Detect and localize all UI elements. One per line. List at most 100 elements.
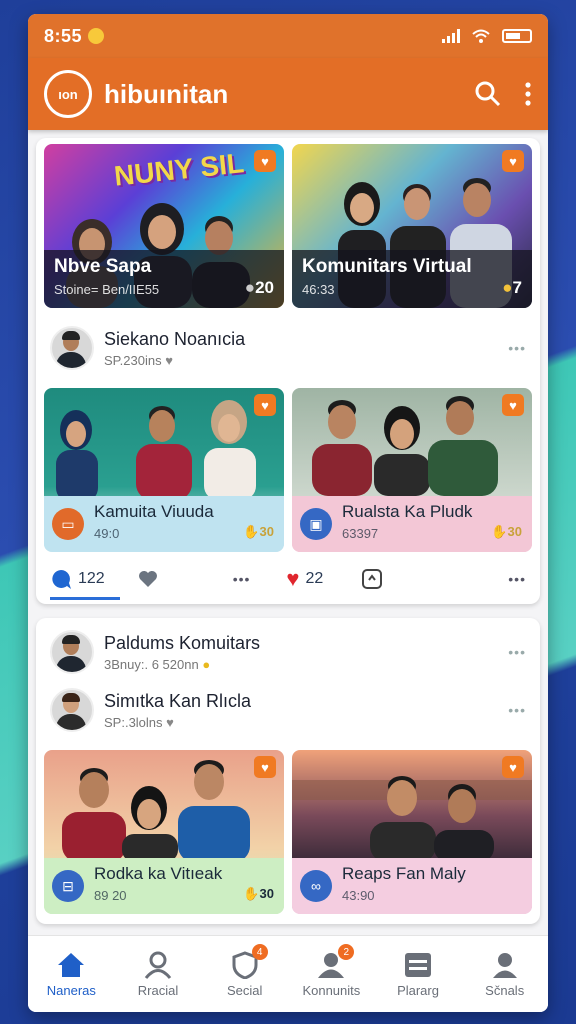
community-tile[interactable]: ♥ Komunitars Virtual 46:33 ●7: [292, 144, 532, 308]
community-tile[interactable]: ♥ ▭ Kamuita Viuuda 49:0 ✋30: [44, 388, 284, 552]
post-author[interactable]: Siekano Noanıcia SP.230ins ♥ •••: [36, 314, 540, 382]
search-icon: [475, 81, 501, 107]
react-icon: [138, 571, 157, 587]
heart-icon[interactable]: ♥: [502, 394, 524, 416]
comment-count: 122: [78, 570, 105, 587]
more-vertical-icon: [525, 82, 531, 106]
tile-info: Komunitars Virtual 46:33 ●7: [292, 250, 532, 308]
more-options-icon[interactable]: •••: [508, 644, 526, 660]
comment-button[interactable]: 122: [50, 568, 120, 600]
tile-info: ∞ Reaps Fan Maly 43:90: [292, 858, 532, 914]
overflow-menu-button[interactable]: [524, 82, 532, 106]
avatar[interactable]: [50, 326, 94, 370]
link-icon: ∞: [300, 870, 332, 902]
author-name: Paldums Komuitars: [104, 632, 261, 653]
card-icon: ▭: [52, 508, 84, 540]
nav-label: Naneras: [46, 982, 96, 998]
avatar[interactable]: [50, 688, 94, 732]
active-tab-indicator: [50, 597, 120, 600]
like-count: 22: [305, 570, 324, 587]
coin-icon: ●: [502, 278, 513, 297]
feed-card: Paldums Komuitars 3Bnuy:. 6 520nn ● ••• …: [36, 618, 540, 924]
phone-screen: 8:55 ıon hibuınitan NUNY SIL ♥ Nbve Sapa…: [28, 14, 548, 1012]
feed: NUNY SIL ♥ Nbve Sapa Stoine= Ben/IIE55 ●…: [28, 130, 548, 924]
more-options-icon[interactable]: •••: [508, 571, 526, 587]
heart-count-icon: ●: [244, 278, 256, 297]
tile-subtitle: 46:33: [302, 282, 335, 297]
more-options-icon[interactable]: •••: [233, 571, 251, 587]
author-meta: SP.230ins ♥: [104, 352, 173, 368]
nav-konnunits[interactable]: 2 Konnunits: [288, 936, 375, 1012]
community-tile[interactable]: ♥ ⊟ Rodka ka Vitıeak 89 20 ✋30: [44, 750, 284, 914]
post-author[interactable]: Simıtka Kan Rlıcla SP:.3lolns ♥ •••: [36, 686, 540, 744]
tile-subtitle: Stoine= Ben/IIE55: [54, 282, 160, 297]
notification-badge: 4: [251, 944, 268, 960]
tile-info: ▭ Kamuita Viuuda 49:0 ✋30: [44, 496, 284, 552]
nav-label: Sčnals: [485, 982, 525, 998]
nav-label: Rracial: [137, 982, 179, 998]
avatar[interactable]: [50, 630, 94, 674]
share-icon: [362, 569, 383, 589]
tile-title: Rualsta Ka Pludk: [342, 502, 473, 521]
tile-count: ●7: [502, 278, 522, 297]
home-icon: [58, 952, 85, 977]
author-name: Simıtka Kan Rlıcla: [104, 690, 252, 711]
post-author[interactable]: Paldums Komuitars 3Bnuy:. 6 520nn ● •••: [36, 618, 540, 686]
tile-info: Nbve Sapa Stoine= Ben/IIE55 ●20: [44, 250, 284, 308]
tile-title: Reaps Fan Maly: [342, 864, 466, 883]
search-button[interactable]: [474, 80, 502, 108]
comment-icon: [52, 570, 71, 589]
heart-icon[interactable]: ♥: [254, 756, 276, 778]
author-name: Siekano Noanıcia: [104, 328, 246, 349]
person-icon: [144, 951, 172, 979]
signal-icon: [442, 29, 460, 43]
heart-icon[interactable]: ♥: [502, 150, 524, 172]
nav-secial[interactable]: 4 Secial: [201, 936, 288, 1012]
heart-icon[interactable]: ♥: [254, 150, 276, 172]
tile-title: Nbve Sapa: [54, 256, 152, 277]
more-options-icon[interactable]: •••: [508, 702, 526, 718]
post-actions: 122 ••• ♥ 22 •••: [36, 558, 540, 604]
app-logo[interactable]: ıon: [44, 70, 92, 118]
notification-icon: [88, 28, 105, 44]
battery-icon: [502, 29, 532, 43]
status-time: 8:55: [44, 25, 83, 46]
share-button[interactable]: [361, 568, 383, 590]
bottom-navigation: Naneras Rracial 4 Secial 2 Konnunits Pla…: [28, 935, 548, 1012]
community-tile[interactable]: ♥ ▣ Rualsta Ka Pludk 63397 ✋30: [292, 388, 532, 552]
feed-card: NUNY SIL ♥ Nbve Sapa Stoine= Ben/IIE55 ●…: [36, 138, 540, 604]
list-icon: [405, 952, 432, 977]
tile-count: ✋30: [243, 886, 274, 901]
tile-title: Komunitars Virtual: [302, 256, 472, 277]
wifi-icon: [472, 29, 490, 43]
heart-icon[interactable]: ♥: [254, 394, 276, 416]
nav-label: Konnunits: [302, 982, 361, 998]
save-icon: ▣: [300, 508, 332, 540]
community-tile[interactable]: ♥ ∞ Reaps Fan Maly 43:90: [292, 750, 532, 914]
nav-plararg[interactable]: Plararg: [375, 936, 462, 1012]
heart-outline-icon: ♥: [166, 714, 174, 730]
react-button[interactable]: [137, 568, 159, 590]
tile-title: Kamuita Viuuda: [94, 502, 214, 521]
app-bar: ıon hibuınitan: [28, 58, 548, 130]
community-tile[interactable]: NUNY SIL ♥ Nbve Sapa Stoine= Ben/IIE55 ●…: [44, 144, 284, 308]
heart-filled-icon: ♥: [286, 566, 300, 591]
tile-title: Rodka ka Vitıeak: [94, 864, 223, 883]
more-options-icon[interactable]: •••: [508, 340, 526, 356]
tile-count: ✋30: [491, 524, 522, 539]
tile-count: ●20: [244, 278, 274, 297]
tile-count: ✋30: [243, 524, 274, 539]
heart-icon[interactable]: ♥: [502, 756, 524, 778]
nav-label: Secial: [226, 982, 263, 998]
tile-subtitle: 43:90: [342, 888, 375, 903]
nav-home[interactable]: Naneras: [28, 936, 115, 1012]
author-meta: 3Bnuy:. 6 520nn ●: [104, 656, 211, 672]
nav-label: Plararg: [397, 982, 439, 998]
tile-info: ▣ Rualsta Ka Pludk 63397 ✋30: [292, 496, 532, 552]
minus-icon: ⊟: [52, 870, 84, 902]
status-bar: 8:55: [28, 14, 548, 58]
nav-rracial[interactable]: Rracial: [115, 936, 202, 1012]
like-button[interactable]: ♥ 22: [286, 566, 323, 592]
nav-profile[interactable]: Sčnals: [461, 936, 548, 1012]
app-title: hibuınitan: [104, 78, 229, 109]
